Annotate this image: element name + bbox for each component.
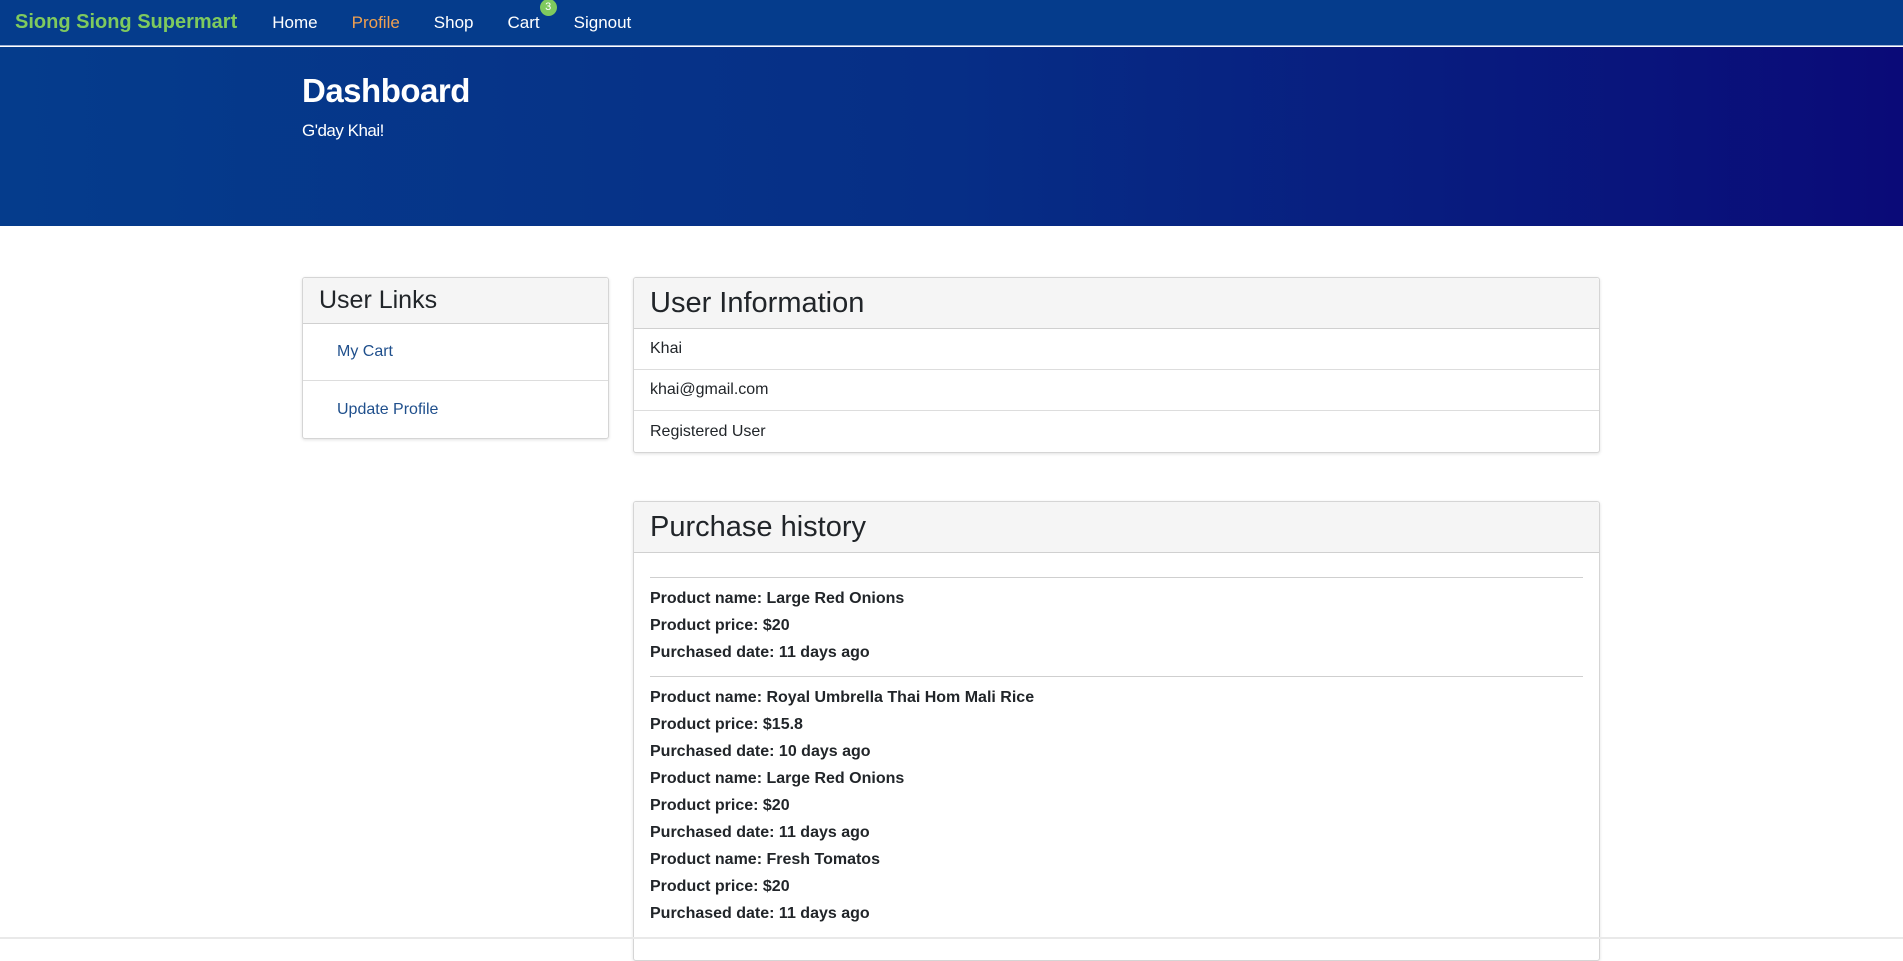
history-line: Purchased date: 11 days ago	[650, 644, 870, 661]
history-line: Product name: Fresh Tomatos	[650, 851, 880, 868]
user-links-header: User Links	[303, 278, 608, 324]
purchase-group: Product name: Large Red Onions Product p…	[650, 578, 1583, 676]
history-line: Product name: Large Red Onions	[650, 770, 905, 787]
purchase-history-header: Purchase history	[634, 502, 1599, 553]
history-line: Purchased date: 10 days ago	[650, 743, 871, 760]
my-cart-link[interactable]: My Cart	[337, 343, 393, 361]
nav-cart-label: Cart	[507, 12, 540, 32]
user-links-card: User Links My Cart Update Profile	[302, 277, 609, 439]
nav-links: Home Profile Shop Cart 3 Signout	[255, 0, 649, 33]
nav-profile-link[interactable]: Profile	[335, 13, 417, 33]
history-line: Product price: $15.8	[650, 716, 803, 733]
history-line: Purchased date: 11 days ago	[650, 905, 870, 922]
nav-home-link[interactable]: Home	[255, 13, 334, 33]
user-information-card: User Information Khai khai@gmail.com Reg…	[633, 277, 1600, 453]
dashboard-hero: Dashboard G'day Khai!	[0, 47, 1903, 226]
page-title: Dashboard	[302, 72, 470, 109]
user-link-my-cart[interactable]: My Cart	[303, 324, 608, 381]
brand-logo[interactable]: Siong Siong Supermart	[15, 11, 237, 34]
purchase-history-body: Product name: Large Red Onions Product p…	[634, 553, 1599, 937]
user-info-role: Registered User	[650, 422, 766, 440]
cart-count-badge: 3	[539, 0, 557, 16]
top-navbar: Siong Siong Supermart Home Profile Shop …	[0, 0, 1903, 46]
user-link-update-profile[interactable]: Update Profile	[303, 381, 608, 438]
nav-shop-link[interactable]: Shop	[417, 13, 491, 33]
purchase-history-card: Purchase history Product name: Large Red…	[633, 501, 1600, 961]
purchase-group: Product name: Royal Umbrella Thai Hom Ma…	[650, 677, 1583, 937]
nav-cart-link[interactable]: Cart 3	[491, 0, 557, 33]
nav-signout-link[interactable]: Signout	[557, 13, 649, 33]
greeting-text: G'day Khai!	[302, 121, 384, 140]
user-info-name: Khai	[634, 329, 1599, 370]
history-line: Purchased date: 11 days ago	[650, 824, 870, 841]
update-profile-link[interactable]: Update Profile	[337, 401, 438, 419]
user-info-email: khai@gmail.com	[634, 370, 1599, 411]
history-line: Product name: Royal Umbrella Thai Hom Ma…	[650, 689, 1035, 706]
history-line: Product price: $20	[650, 797, 790, 814]
history-line: Product name: Large Red Onions	[650, 590, 905, 607]
history-line: Product price: $20	[650, 878, 790, 895]
user-information-header: User Information	[634, 278, 1599, 329]
history-line: Product price: $20	[650, 617, 790, 634]
